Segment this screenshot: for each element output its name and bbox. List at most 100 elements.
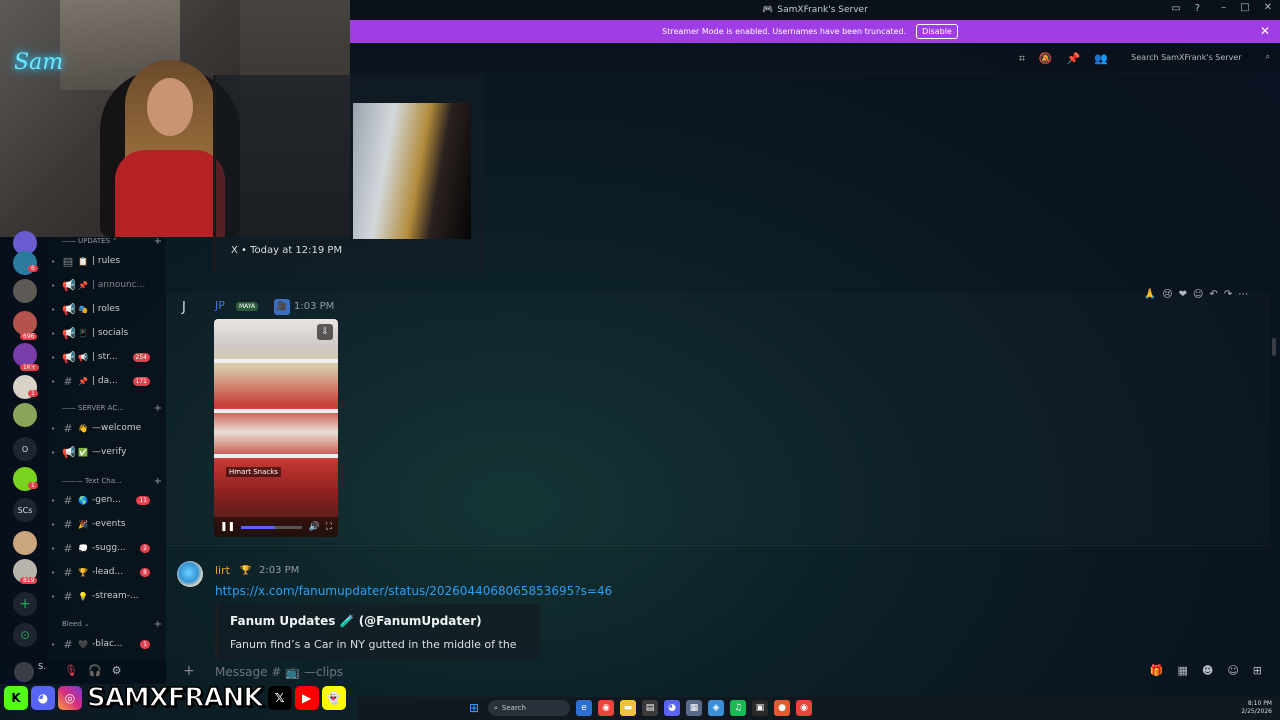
channel-item[interactable]: ▸ # 💡 -stream-...: [52, 587, 162, 605]
streamer-mode-message: Streamer Mode is enabled. Usernames have…: [662, 27, 907, 36]
pinned-icon[interactable]: 📌: [1067, 52, 1081, 66]
category-text-channels[interactable]: ——— Text Cha... +: [62, 476, 162, 487]
emoji-icon[interactable]: ☺: [1227, 664, 1238, 677]
volume-icon[interactable]: 🔊: [308, 522, 319, 532]
taskbar-search[interactable]: ⌕ Search: [488, 700, 570, 716]
add-channel-icon[interactable]: +: [154, 476, 162, 487]
category-updates[interactable]: —— UPDATES ⌃ +: [62, 237, 162, 247]
add-channel-icon[interactable]: +: [154, 237, 162, 247]
message-author[interactable]: JP: [215, 299, 225, 312]
spotify-icon[interactable]: ♫: [730, 700, 746, 716]
discover-icon[interactable]: ⊙: [13, 623, 37, 647]
embed-author[interactable]: Fanum Updates 🧪 (@FanumUpdater): [230, 614, 482, 628]
attach-icon[interactable]: +: [183, 663, 195, 679]
minimize-button[interactable]: –: [1221, 2, 1226, 13]
chrome-icon[interactable]: ◉: [598, 700, 614, 716]
category-bleed[interactable]: Bleed ⌄ +: [62, 619, 162, 630]
file-explorer-icon[interactable]: ▬: [620, 700, 636, 716]
more-icon[interactable]: ⋯: [1238, 289, 1248, 300]
app-icon[interactable]: ▣: [752, 700, 768, 716]
threads-icon[interactable]: ⌗: [1019, 52, 1025, 66]
video-progress-bar[interactable]: [241, 525, 303, 529]
app-icon[interactable]: ▦: [686, 700, 702, 716]
message-author[interactable]: lirt: [215, 564, 230, 577]
close-window-button[interactable]: ✕: [1264, 2, 1272, 13]
settings-icon[interactable]: ⚙: [112, 664, 122, 677]
add-reaction-icon[interactable]: ☺: [1193, 289, 1203, 300]
scrollbar[interactable]: [1272, 338, 1276, 356]
download-icon[interactable]: ⇩: [317, 324, 333, 340]
apps-icon[interactable]: ⊞: [1253, 664, 1262, 677]
channel-item[interactable]: ▸ 📢 📱 | socials: [52, 324, 162, 342]
channel-item[interactable]: ▸ # 👋 —welcome: [52, 419, 162, 437]
message-input[interactable]: Message # 📺 —clips: [215, 665, 343, 679]
youtube-icon: ▶: [294, 686, 319, 710]
server-icon[interactable]: [13, 279, 37, 303]
heart-reaction-icon[interactable]: ❤: [1179, 289, 1187, 300]
channel-item[interactable]: ▸ # 📌 | da... 171: [52, 372, 162, 390]
video-attachment[interactable]: ⇩ Hmart Snacks ❚❚ 🔊 ⛶: [214, 319, 338, 537]
channel-item[interactable]: ▸ # 🏆 -lead... 8: [52, 563, 162, 581]
gift-icon[interactable]: 🎁: [1150, 664, 1164, 677]
message-link[interactable]: https://x.com/fanumupdater/status/202604…: [215, 584, 612, 598]
discord-taskbar-icon[interactable]: ◕: [664, 700, 680, 716]
gif-icon[interactable]: ▦: [1177, 664, 1187, 677]
members-icon[interactable]: 👥: [1094, 52, 1108, 66]
server-icon[interactable]: [13, 311, 37, 335]
video-shelf-line: [214, 409, 338, 413]
headphones-icon[interactable]: 🎧: [88, 664, 102, 677]
channel-item[interactable]: ▸ 📢 📢 | str... 254: [52, 348, 162, 366]
server-badge: 819: [20, 577, 38, 584]
edge-icon[interactable]: e: [576, 700, 592, 716]
app-icon[interactable]: ▤: [642, 700, 658, 716]
windows-start-icon[interactable]: ⊞: [466, 700, 482, 716]
mute-mic-icon[interactable]: 🎙: [64, 664, 78, 677]
add-channel-icon[interactable]: +: [154, 619, 162, 630]
server-rail: 6 696 1K+ 1 O 1 SCs 819 + ⊙: [0, 231, 48, 660]
channel-item[interactable]: ▸ ▤ 📋 | rules: [52, 252, 162, 270]
category-label: UPDATES: [78, 237, 110, 245]
pray-reaction-icon[interactable]: 🙏: [1144, 289, 1156, 300]
user-avatar[interactable]: [14, 662, 34, 682]
server-icon[interactable]: [13, 403, 37, 427]
add-channel-icon[interactable]: +: [154, 403, 162, 414]
user-panel: S. 🎙 🎧 ⚙: [0, 660, 166, 684]
add-server-icon[interactable]: +: [13, 592, 37, 616]
disable-streamer-mode-button[interactable]: Disable: [916, 24, 958, 39]
server-icon[interactable]: [13, 531, 37, 555]
sad-reaction-icon[interactable]: 😢: [1162, 289, 1172, 300]
taskbar-clock[interactable]: 8:10 PM 2/25/2026: [1241, 700, 1272, 716]
channel-item[interactable]: ▸ # 💭 -sugg... 2: [52, 539, 162, 557]
category-server-access[interactable]: —— SERVER AC... +: [62, 403, 162, 414]
avatar[interactable]: [177, 561, 203, 587]
avatar[interactable]: J: [182, 300, 186, 315]
channel-item[interactable]: ▸ 📢 📌 | announc...: [52, 276, 162, 294]
obs-icon[interactable]: ●: [774, 700, 790, 716]
screen-share-icon[interactable]: ▭: [1171, 3, 1180, 14]
channel-emoji-icon: 💡: [78, 591, 88, 601]
channel-item[interactable]: ▸ 📢 🎭 | roles: [52, 300, 162, 318]
forward-icon[interactable]: ↷: [1224, 289, 1232, 300]
sticker-icon[interactable]: ☻: [1202, 664, 1213, 677]
channel-item[interactable]: ▸ 📢 ✅ —verify: [52, 443, 162, 461]
close-banner-icon[interactable]: ✕: [1260, 24, 1270, 38]
channel-item[interactable]: ▸ # 🖤 -blac... 1: [52, 635, 162, 653]
notifications-icon[interactable]: 🔕: [1039, 52, 1053, 66]
help-icon[interactable]: ?: [1195, 3, 1200, 14]
search-box[interactable]: Search SamXFrank's Server ⌕: [1131, 52, 1270, 62]
search-icon: ⌕: [494, 703, 498, 712]
message-actions-bar: 🙏 😢 ❤ ☺ ↶ ↷ ⋯: [1128, 284, 1264, 304]
server-text-icon[interactable]: O: [13, 437, 37, 461]
pause-icon[interactable]: ❚❚: [220, 522, 235, 532]
app-icon[interactable]: ◈: [708, 700, 724, 716]
chrome-icon[interactable]: ◉: [796, 700, 812, 716]
maximize-button[interactable]: □: [1240, 2, 1249, 13]
search-input[interactable]: Search SamXFrank's Server: [1131, 53, 1241, 62]
reply-icon[interactable]: ↶: [1209, 289, 1217, 300]
embed-image[interactable]: [353, 103, 471, 239]
channel-item[interactable]: ▸ # 🎉 -events: [52, 515, 162, 533]
channel-item[interactable]: ▸ # 🌎 -gen... 11: [52, 491, 162, 509]
chevron-right-icon: ▸: [52, 424, 56, 432]
fullscreen-icon[interactable]: ⛶: [326, 522, 332, 532]
server-text-icon[interactable]: SCs: [13, 498, 37, 522]
